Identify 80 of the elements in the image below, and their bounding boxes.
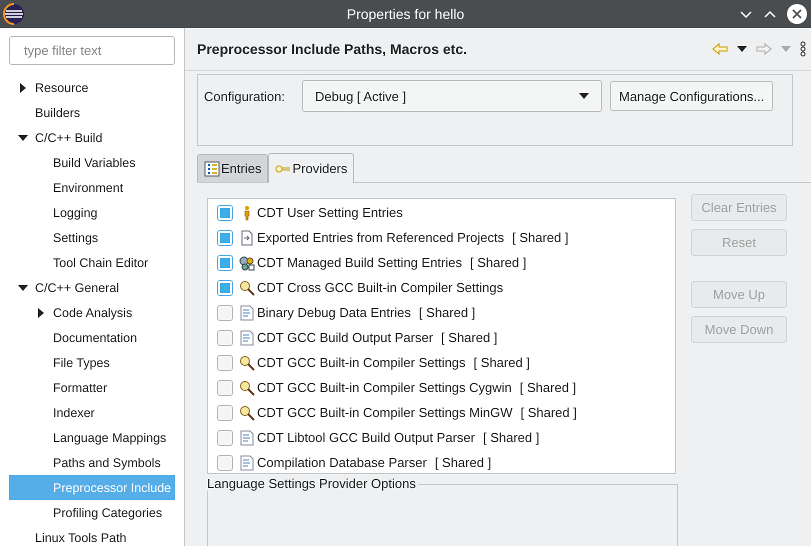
- configuration-dropdown[interactable]: Debug [ Active ]: [302, 80, 602, 112]
- caret-icon: [579, 93, 589, 99]
- tree-item[interactable]: Language Mappings: [9, 425, 175, 450]
- document-icon: [239, 304, 255, 320]
- tree-item[interactable]: C/C++ General: [9, 275, 175, 300]
- tree-item[interactable]: Build Variables: [9, 150, 175, 175]
- forward-arrow-icon[interactable]: [756, 42, 772, 56]
- provider-name: CDT Cross GCC Built-in Compiler Settings: [257, 280, 504, 295]
- collapsed-arrow-icon[interactable]: [36, 308, 46, 318]
- checkbox[interactable]: [217, 404, 233, 420]
- shared-tag: [ Shared ]: [441, 330, 498, 345]
- shared-tag: [ Shared ]: [418, 305, 476, 320]
- tree-item[interactable]: Profiling Categories: [9, 500, 175, 525]
- back-arrow-icon[interactable]: [712, 42, 728, 56]
- app-logo-icon: [3, 3, 25, 25]
- document-icon: [239, 330, 255, 346]
- checkbox[interactable]: [217, 254, 233, 270]
- document-icon: [239, 430, 255, 446]
- filter-field[interactable]: type filter text: [9, 36, 175, 65]
- checkbox[interactable]: [217, 204, 233, 220]
- list-icon: [204, 160, 220, 176]
- provider-name: CDT Managed Build Setting Entries: [257, 255, 462, 270]
- expanded-arrow-icon[interactable]: [18, 132, 28, 142]
- tree-item[interactable]: Code Analysis: [9, 300, 175, 325]
- magnifier-icon: [239, 354, 255, 370]
- tree-item[interactable]: Formatter: [9, 375, 175, 400]
- collapsed-arrow-icon[interactable]: [18, 82, 28, 92]
- provider-name: Binary Debug Data Entries: [257, 305, 411, 320]
- tree-item[interactable]: Tool Chain Editor: [9, 250, 175, 275]
- expanded-arrow-icon[interactable]: [18, 282, 28, 292]
- checkbox[interactable]: [217, 330, 233, 346]
- tree-item[interactable]: Environment: [9, 175, 175, 200]
- shared-tag: [ Shared ]: [512, 230, 568, 245]
- magnifier-icon: [239, 404, 255, 420]
- close-icon[interactable]: [787, 4, 807, 24]
- menu-icon[interactable]: [800, 41, 806, 57]
- gears-icon: [239, 254, 255, 270]
- tree-item[interactable]: C/C++ Build: [9, 125, 175, 150]
- provider-name: Exported Entries from Referenced Projects: [257, 230, 504, 245]
- checkbox[interactable]: [217, 280, 233, 296]
- caret-icon[interactable]: [737, 46, 747, 52]
- tree-item[interactable]: Settings: [9, 225, 175, 250]
- shared-tag: [ Shared ]: [520, 405, 577, 420]
- tree-item[interactable]: Documentation: [9, 325, 175, 350]
- provider-name: CDT GCC Built-in Compiler Settings MinGW: [257, 405, 512, 420]
- tree-item[interactable]: Resource: [9, 75, 175, 100]
- checkbox[interactable]: [217, 230, 233, 246]
- page-title: Preprocessor Include Paths, Macros etc.: [197, 41, 467, 57]
- group-title: Language Settings Provider Options: [207, 476, 418, 491]
- provider-name: CDT User Setting Entries: [257, 205, 403, 220]
- provider-name: CDT GCC Built-in Compiler Settings: [257, 355, 466, 370]
- checkbox[interactable]: [217, 354, 233, 370]
- tree-item[interactable]: Indexer: [9, 400, 175, 425]
- document-arrow-icon: [239, 230, 255, 246]
- shared-tag: [ Shared ]: [474, 355, 530, 370]
- shared-tag: [ Shared ]: [470, 255, 526, 270]
- tree-item[interactable]: Paths and Symbols: [9, 450, 175, 475]
- tree-item[interactable]: Builders: [9, 100, 175, 125]
- checkbox[interactable]: [217, 430, 233, 446]
- configuration-label: Configuration:: [204, 88, 286, 104]
- tree-item[interactable]: File Types: [9, 350, 175, 375]
- provider-name: Compilation Database Parser: [257, 455, 427, 470]
- magnifier-icon: [239, 280, 255, 296]
- tree-item[interactable]: Linux Tools Path: [9, 525, 175, 546]
- checkbox[interactable]: [217, 454, 233, 470]
- provider-name: CDT Libtool GCC Build Output Parser: [257, 430, 475, 445]
- tree-item[interactable]: Logging: [9, 200, 175, 225]
- checkbox[interactable]: [217, 380, 233, 396]
- document-icon: [239, 454, 255, 470]
- shared-tag: [ Shared ]: [520, 380, 576, 395]
- provider-name: CDT GCC Built-in Compiler Settings Cygwin: [257, 380, 512, 395]
- tab[interactable]: Entries: [197, 154, 268, 182]
- tab[interactable]: Providers: [268, 153, 354, 183]
- manage-configurations-button[interactable]: Manage Configurations...: [610, 81, 774, 111]
- magnifier-icon: [239, 380, 255, 396]
- window-title: Properties for hello: [346, 6, 466, 22]
- shared-tag: [ Shared ]: [482, 430, 540, 445]
- shared-tag: [ Shared ]: [434, 455, 492, 470]
- provider-name: CDT GCC Build Output Parser: [257, 330, 434, 345]
- checkbox[interactable]: [217, 304, 233, 320]
